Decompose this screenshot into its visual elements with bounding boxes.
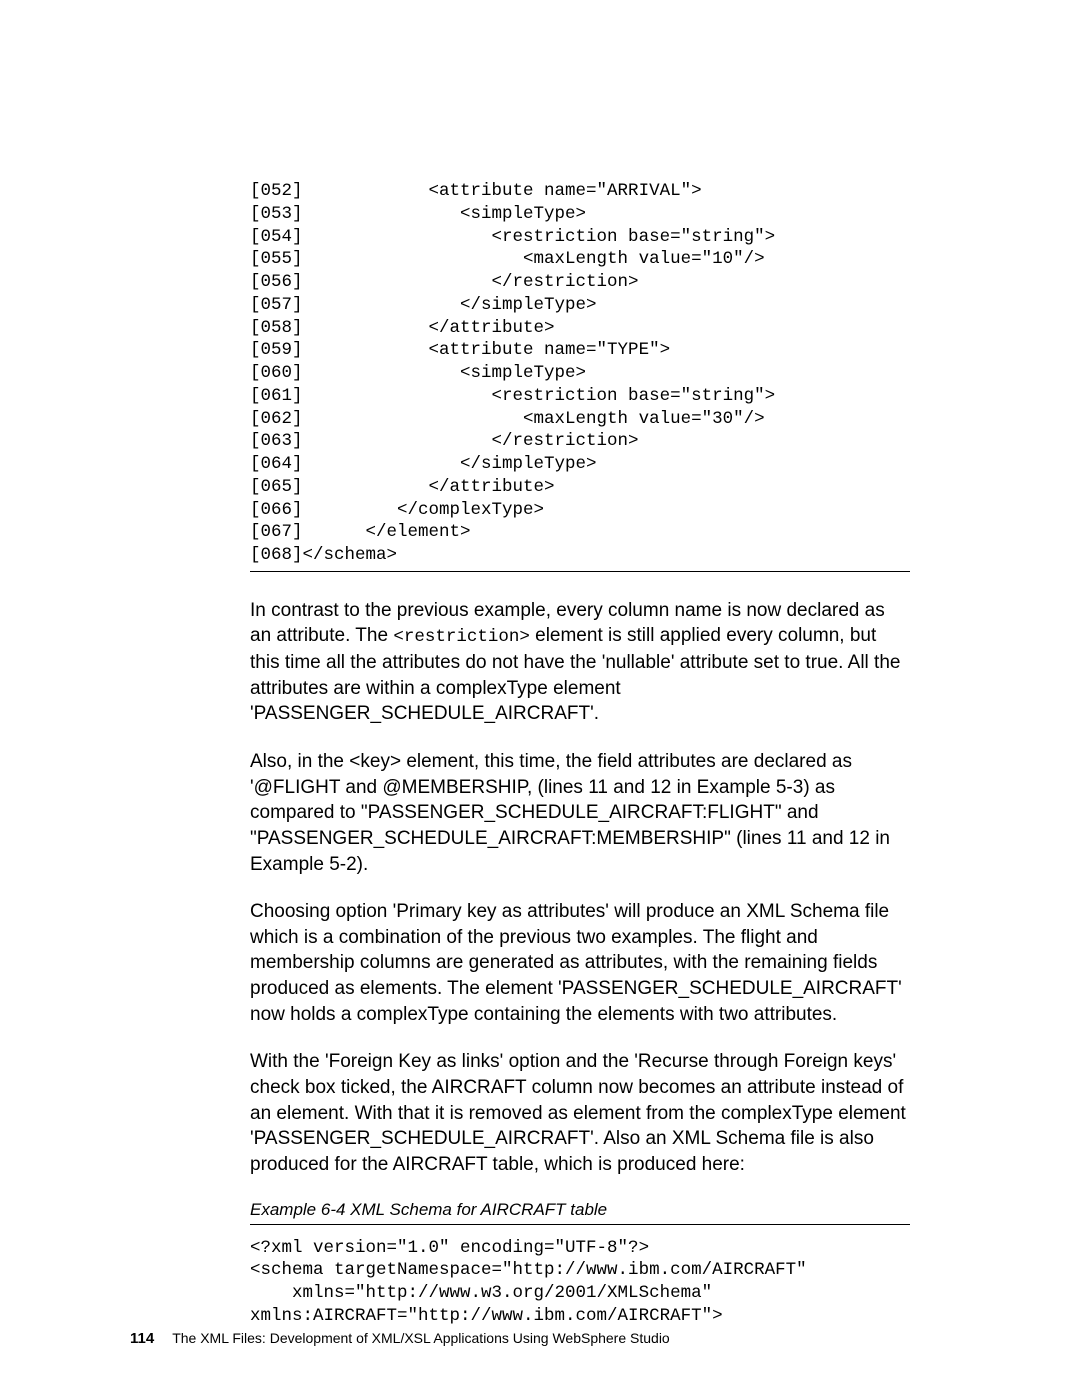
footer: 114 The XML Files: Development of XML/XSL… [130,1330,670,1347]
page-number: 114 [130,1330,154,1347]
paragraph-2: Also, in the <key> element, this time, t… [250,749,910,877]
paragraph-3: Choosing option 'Primary key as attribut… [250,899,910,1027]
paragraph-1: In contrast to the previous example, eve… [250,598,910,727]
code-listing-2: <?xml version="1.0" encoding="UTF-8"?> <… [250,1237,910,1328]
code-listing-1: [052] <attribute name="ARRIVAL"> [053] <… [250,180,910,567]
rule-before-code2 [250,1224,910,1225]
rule-after-code [250,571,910,572]
paragraph-4: With the 'Foreign Key as links' option a… [250,1049,910,1177]
footer-title: The XML Files: Development of XML/XSL Ap… [172,1330,670,1346]
inline-code-restriction: <restriction> [393,627,530,647]
example-caption: Example 6-4 XML Schema for AIRCRAFT tabl… [250,1200,910,1220]
page: [052] <attribute name="ARRIVAL"> [053] <… [0,0,1080,1397]
